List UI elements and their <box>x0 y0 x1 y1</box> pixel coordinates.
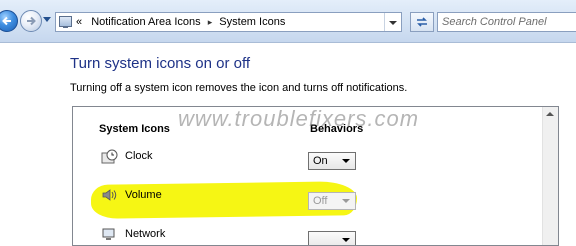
column-header-system-icons: System Icons <box>99 123 170 135</box>
vertical-scrollbar[interactable] <box>542 107 558 245</box>
breadcrumb-overflow[interactable]: « <box>76 16 82 28</box>
watermark: www.troublefixers.com <box>178 106 420 131</box>
clock-icon <box>101 149 118 164</box>
page-description: Turning off a system icon removes the ic… <box>70 82 408 94</box>
page-title: Turn system icons on or off <box>70 55 251 72</box>
address-dropdown-button[interactable] <box>384 13 401 31</box>
control-panel-icon <box>59 16 72 28</box>
search-input[interactable] <box>442 14 570 30</box>
clock-behavior-select[interactable]: On <box>308 152 356 170</box>
breadcrumb-item-notification-area-icons[interactable]: Notification Area Icons <box>91 16 200 28</box>
forward-button[interactable] <box>20 10 42 32</box>
breadcrumb-separator-icon[interactable]: ▸ <box>208 17 213 27</box>
speaker-icon <box>102 189 117 201</box>
network-behavior-select[interactable] <box>308 231 356 245</box>
forward-arrow-icon <box>27 16 36 26</box>
volume-behavior-value: Off <box>313 195 328 207</box>
back-arrow-icon <box>2 16 11 26</box>
breadcrumb: « Notification Area Icons ▸ System Icons <box>76 16 285 28</box>
address-bar[interactable]: « Notification Area Icons ▸ System Icons <box>55 12 402 32</box>
volume-behavior-select[interactable]: Off <box>308 192 356 210</box>
clock-behavior-value: On <box>313 155 328 167</box>
network-icon <box>102 228 115 240</box>
clock-label: Clock <box>125 150 153 162</box>
recent-pages-dropdown[interactable] <box>43 17 51 22</box>
scroll-up-arrow-icon[interactable] <box>546 112 554 116</box>
volume-label: Volume <box>125 189 162 201</box>
back-button[interactable] <box>0 10 18 32</box>
network-label: Network <box>125 228 166 240</box>
refresh-icon <box>417 17 427 27</box>
refresh-button[interactable] <box>410 12 434 32</box>
breadcrumb-item-system-icons[interactable]: System Icons <box>219 16 285 28</box>
navigation-toolbar: « Notification Area Icons ▸ System Icons <box>0 0 576 43</box>
search-box[interactable] <box>437 12 576 32</box>
